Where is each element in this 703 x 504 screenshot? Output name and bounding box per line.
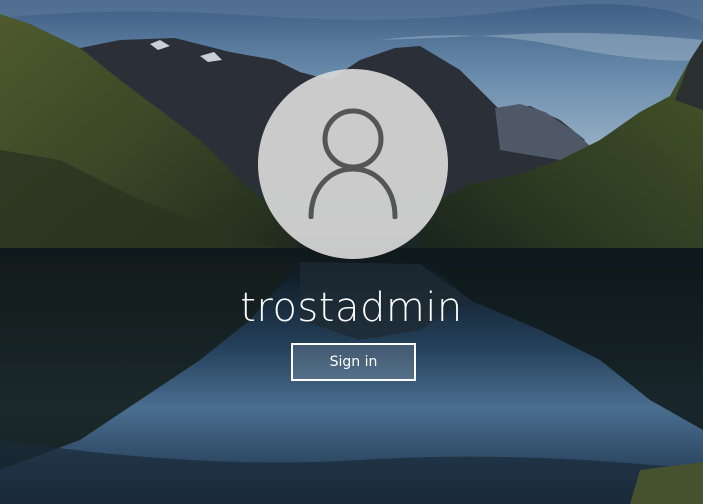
username-label: trostadmin [240, 285, 463, 331]
user-silhouette-icon [308, 108, 398, 219]
sign-in-button[interactable]: Sign in [291, 343, 416, 381]
user-avatar [258, 69, 448, 259]
lock-screen: trostadmin Sign in [0, 0, 703, 504]
